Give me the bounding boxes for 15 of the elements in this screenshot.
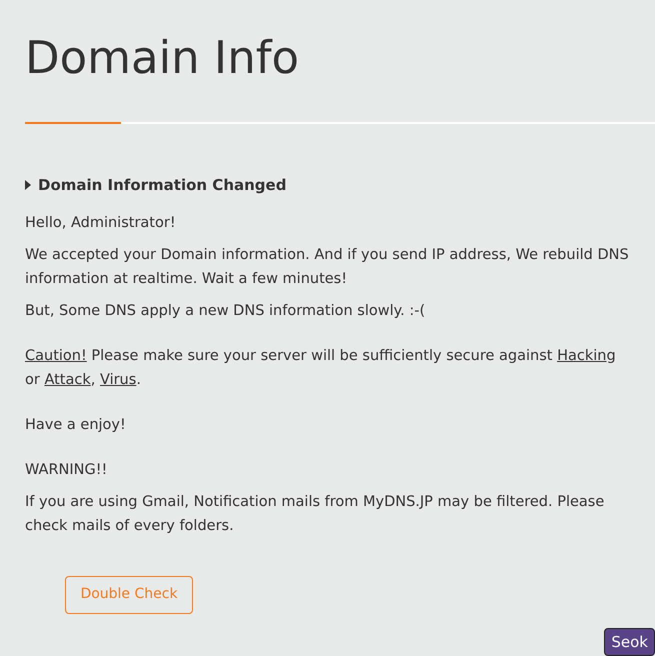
paragraph: WARNING!!: [25, 460, 108, 480]
paragraph: Have a enjoy!: [25, 416, 127, 434]
paragraph: Caution! Please make sure your server will be sufficiently secure against Hacking or Attack, Virus.: [25, 346, 617, 390]
text-link[interactable]: Caution!: [25, 348, 87, 364]
paragraph: But, Some DNS apply a new DNS information slowly. :-(: [25, 302, 426, 320]
paragraph: If you are using Gmail, Notification mails from MyDNS.JP may be filtered. Please check mails of every folders.: [25, 492, 606, 536]
text-link[interactable]: Virus: [100, 372, 136, 388]
triangle-icon: [25, 180, 31, 190]
section-heading: Domain Information Changed: [38, 175, 286, 196]
paragraph: Hello, Administrator!: [25, 214, 177, 232]
page-title: Domain Info: [25, 30, 300, 86]
text-link[interactable]: Attack: [44, 372, 91, 388]
corner-button[interactable]: Seok: [604, 628, 655, 656]
paragraph: We accepted your Domain information. And if you send IP address, We rebuild DNS information at realtime. Wait a few minutes!: [25, 246, 630, 288]
text-link[interactable]: Hacking: [557, 348, 616, 364]
